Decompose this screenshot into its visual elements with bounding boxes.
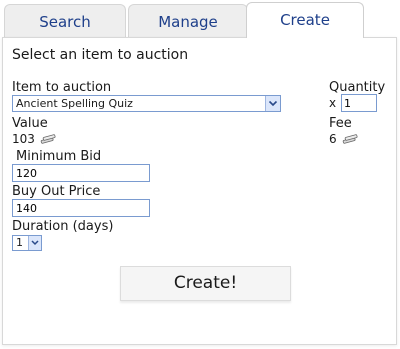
value-label: Value: [12, 116, 48, 131]
item-select[interactable]: Ancient Spelling Quiz: [12, 95, 281, 112]
tab-create[interactable]: Create: [246, 2, 364, 38]
min-bid-field[interactable]: [12, 164, 150, 182]
tab-bar: Search Manage Create: [0, 0, 400, 38]
value-number: 103: [12, 132, 35, 146]
chevron-down-icon[interactable]: [28, 236, 41, 250]
tab-search[interactable]: Search: [4, 4, 126, 38]
fee-amount: 6: [329, 132, 358, 146]
fee-number: 6: [329, 132, 337, 146]
buyout-field[interactable]: [12, 199, 150, 217]
quantity-label: Quantity: [329, 80, 386, 95]
min-bid-label: Minimum Bid: [16, 149, 102, 164]
coin-stack-icon: [342, 134, 358, 144]
chevron-down-icon[interactable]: [265, 96, 280, 111]
value-amount: 103: [12, 132, 56, 146]
duration-label: Duration (days): [12, 219, 114, 234]
panel-heading: Select an item to auction: [12, 47, 189, 63]
buyout-label: Buy Out Price: [12, 184, 101, 199]
quantity-prefix: x: [329, 96, 337, 110]
create-auction-panel: Select an item to auction Item to auctio…: [2, 37, 397, 345]
item-label: Item to auction: [12, 80, 112, 95]
tab-manage[interactable]: Manage: [128, 4, 248, 38]
duration-select-value: 1: [16, 236, 23, 249]
create-button[interactable]: Create!: [120, 266, 291, 301]
duration-select[interactable]: 1: [12, 235, 42, 251]
item-select-value: Ancient Spelling Quiz: [16, 97, 133, 110]
coin-stack-icon: [40, 134, 56, 144]
fee-label: Fee: [329, 116, 352, 131]
quantity-field[interactable]: [341, 94, 377, 112]
